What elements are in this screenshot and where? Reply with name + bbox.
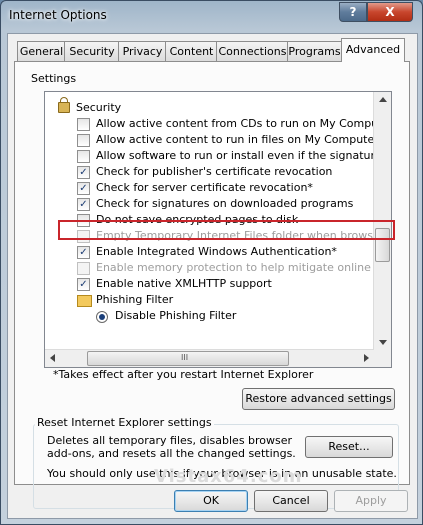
setting-label: Enable native XMLHTTP support: [96, 277, 272, 290]
title-bar: Internet Options ? X: [1, 1, 422, 31]
scroll-right-arrow-icon[interactable]: [364, 354, 369, 362]
setting-label: Allow active content to run in files on …: [96, 133, 374, 146]
setting-label: Check for signatures on downloaded progr…: [96, 197, 354, 210]
settings-label: Settings: [31, 72, 77, 85]
scroll-down-arrow-icon[interactable]: [379, 340, 387, 345]
horizontal-scrollbar[interactable]: III: [45, 349, 374, 367]
category-label: Security: [76, 101, 122, 114]
checkbox[interactable]: [77, 214, 90, 227]
horizontal-scroll-thumb[interactable]: III: [87, 351, 289, 366]
setting-label: Check for publisher's certificate revoca…: [96, 165, 333, 178]
tab-privacy[interactable]: Privacy: [118, 41, 167, 61]
help-button[interactable]: ?: [339, 2, 367, 22]
tab-general[interactable]: General: [17, 41, 66, 61]
checkbox[interactable]: [77, 134, 90, 147]
window-title: Internet Options: [9, 8, 107, 22]
checkbox[interactable]: [77, 150, 90, 163]
settings-list-content: Security Allow active content from CDs t…: [45, 92, 374, 350]
reset-button[interactable]: Reset...: [305, 436, 393, 458]
lock-icon: [58, 97, 70, 113]
cancel-button[interactable]: Cancel: [254, 490, 328, 512]
setting-label: Check for server certificate revocation*: [96, 181, 313, 194]
setting-label: Do not save encrypted pages to disk: [96, 213, 299, 226]
scroll-corner: [374, 350, 391, 367]
folder-icon: [77, 295, 92, 307]
phishing-filter-label: Phishing Filter: [96, 293, 174, 306]
restart-footnote: *Takes effect after you restart Internet…: [53, 368, 314, 381]
reset-group-title: Reset Internet Explorer settings: [35, 416, 214, 429]
radio-label: Disable Phishing Filter: [115, 309, 237, 322]
setting-label: Empty Temporary Internet Files folder wh…: [96, 229, 374, 242]
advanced-tab-panel: Settings Security Allow active content f…: [14, 61, 410, 509]
vertical-scroll-thumb[interactable]: [375, 228, 390, 262]
checkbox-checked[interactable]: ✓: [77, 198, 90, 211]
radio-button-selected[interactable]: [96, 311, 108, 323]
checkbox-checked[interactable]: ✓: [77, 246, 90, 259]
checkbox-checked[interactable]: ✓: [77, 166, 90, 179]
checkbox-checked[interactable]: ✓: [77, 278, 90, 291]
checkbox-disabled[interactable]: [77, 230, 90, 243]
watermark: Vistax64.com: [154, 466, 303, 487]
ok-button[interactable]: OK: [174, 490, 248, 512]
setting-label: Enable memory protection to help mitigat…: [96, 261, 374, 274]
setting-label: Allow software to run or install even if…: [96, 149, 374, 162]
tab-advanced[interactable]: Advanced: [341, 38, 405, 62]
tab-programs[interactable]: Programs: [287, 41, 342, 61]
dialog-client-area: General Security Privacy Content Connect…: [7, 33, 418, 519]
checkbox-disabled[interactable]: [77, 262, 90, 275]
tab-content[interactable]: Content: [165, 41, 218, 61]
apply-button[interactable]: Apply: [334, 490, 408, 512]
settings-tree-list[interactable]: Security Allow active content from CDs t…: [44, 91, 392, 368]
vertical-scrollbar[interactable]: [373, 92, 391, 350]
tab-security[interactable]: Security: [64, 41, 120, 61]
scroll-up-arrow-icon[interactable]: [379, 97, 387, 102]
tab-connections[interactable]: Connections: [216, 41, 289, 61]
scroll-left-arrow-icon[interactable]: [50, 354, 55, 362]
internet-options-dialog: Internet Options ? X General Security Pr…: [0, 0, 423, 525]
close-button[interactable]: X: [367, 2, 413, 22]
setting-label: Allow active content from CDs to run on …: [96, 117, 374, 130]
reset-description: Deletes all temporary files, disables br…: [47, 434, 296, 460]
restore-advanced-settings-button[interactable]: Restore advanced settings: [242, 388, 395, 410]
setting-label: Enable Integrated Windows Authentication…: [96, 245, 337, 258]
checkbox-checked[interactable]: ✓: [77, 182, 90, 195]
checkbox[interactable]: [77, 118, 90, 131]
grip-icon: III: [181, 353, 189, 362]
